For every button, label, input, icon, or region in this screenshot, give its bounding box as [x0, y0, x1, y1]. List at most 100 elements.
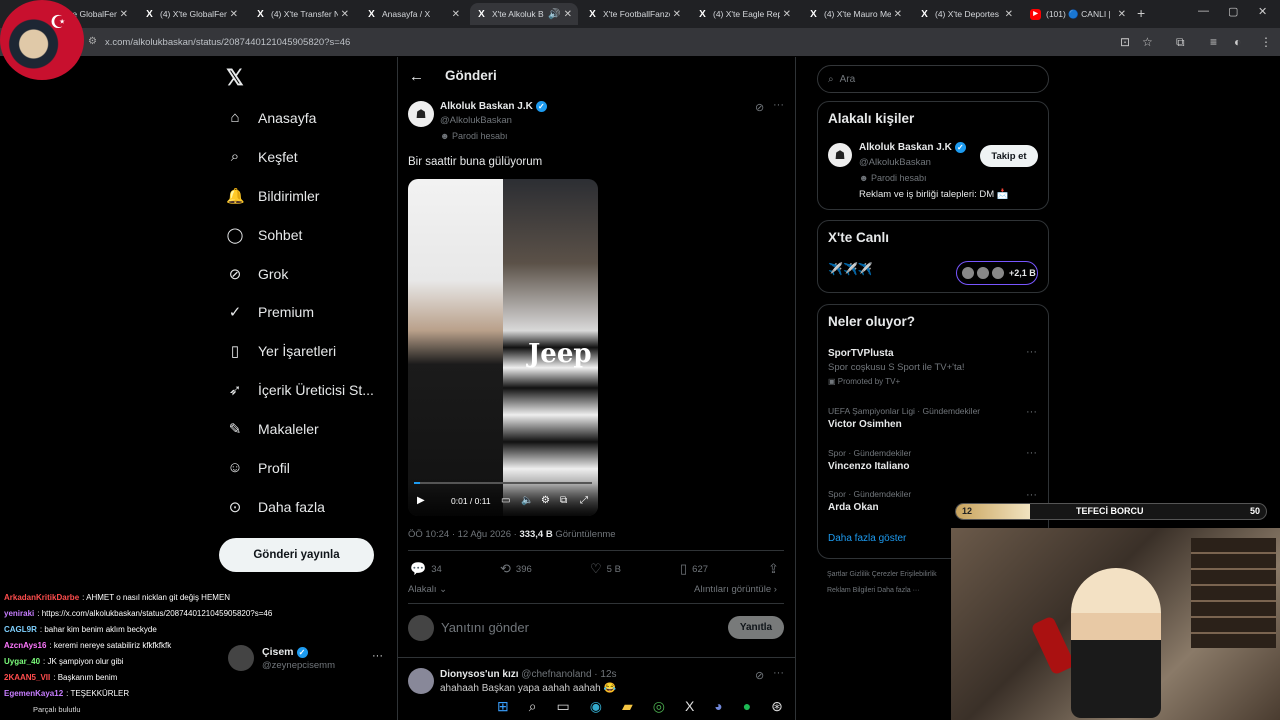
repost-action[interactable]: ⟲ 396 — [500, 561, 532, 577]
star-icon[interactable]: ☆ — [1142, 35, 1153, 49]
post-button[interactable]: Gönderi yayınla — [219, 538, 374, 572]
avatar[interactable] — [408, 668, 434, 694]
grok-icon[interactable]: ⊘ — [755, 101, 764, 114]
maximize-icon[interactable]: ▢ — [1228, 5, 1238, 18]
browser-tab[interactable]: X (4) X'te Eagle Repo ✕ — [691, 3, 797, 25]
close-window-icon[interactable]: ✕ — [1258, 5, 1267, 18]
reply-author[interactable]: Dionysos'un kızı @chefnanoland · 12s — [440, 669, 617, 680]
sidebar-item-chat[interactable]: ◯ Sohbet — [226, 226, 406, 244]
steam-icon[interactable]: ⊛ — [771, 698, 783, 715]
fullscreen-icon[interactable]: ⤢ — [580, 495, 588, 506]
close-icon[interactable]: ✕ — [673, 9, 681, 20]
avatar[interactable]: ☗ — [828, 143, 852, 167]
folder-icon[interactable]: ▰ — [622, 698, 633, 715]
reply-action[interactable]: 💬 34 — [410, 561, 442, 577]
sidebar-item-premium[interactable]: ✓ Premium — [226, 303, 406, 321]
more-icon[interactable]: ··· — [1026, 447, 1037, 459]
volume-icon[interactable]: 🔈 — [521, 495, 533, 506]
sidebar-item-grok[interactable]: ⊘ Grok — [226, 265, 406, 283]
more-icon[interactable]: ··· — [1026, 489, 1037, 501]
follow-button[interactable]: Takip et — [980, 145, 1038, 167]
browser-tab[interactable]: X (4) X'te Mauro Me ✕ — [802, 3, 908, 25]
sidebar-item-rocket[interactable]: ➶ İçerik Üreticisi St... — [226, 381, 406, 399]
close-icon[interactable]: ✕ — [120, 9, 128, 20]
close-icon[interactable]: ✕ — [1005, 9, 1013, 20]
task-view-icon[interactable]: ▭ — [557, 698, 570, 715]
share-action[interactable]: ⇪ — [768, 561, 784, 577]
discord-icon[interactable]: ◕ — [714, 698, 722, 714]
footer-links[interactable]: Şartlar Gizlilik Çerezler Erişilebilirli… — [827, 571, 937, 578]
trend-name[interactable]: Arda Okan — [828, 502, 879, 513]
url-field[interactable]: x.com/alkolukbaskan/status/2087440121045… — [105, 37, 350, 48]
live-text[interactable]: ✈️✈️✈️ — [828, 262, 873, 276]
x-app-icon[interactable]: X — [685, 698, 694, 714]
live-listeners-badge[interactable]: +2,1 B — [956, 261, 1038, 285]
more-icon[interactable]: ··· — [1026, 406, 1037, 418]
browser-tab[interactable]: X (4) X'te Deportes ✕ — [913, 3, 1019, 25]
browser-tab[interactable]: X Anasayfa / X ✕ — [360, 3, 466, 25]
browser-tab[interactable]: X X'te FootballFanzo ✕ — [581, 3, 687, 25]
x-logo-icon[interactable]: 𝕏 — [226, 65, 244, 91]
sidebar-item-profile[interactable]: ☺ Profil — [226, 459, 406, 476]
play-icon[interactable]: ▶ — [417, 495, 425, 506]
relevant-name[interactable]: Alkoluk Baskan J.K ✓ — [859, 142, 966, 153]
close-icon[interactable]: ✕ — [1118, 9, 1126, 20]
browser-tab[interactable]: X (4) X'te Transfer N ✕ — [249, 3, 355, 25]
edge-icon[interactable]: ◉ — [590, 698, 602, 715]
close-icon[interactable]: ✕ — [564, 9, 572, 20]
extensions-icon[interactable]: ⧉ — [1176, 35, 1185, 50]
site-info-icon[interactable]: ⚙ — [88, 36, 97, 47]
search-input[interactable]: ⌕ Ara — [817, 65, 1049, 93]
trend-name[interactable]: Vincenzo Italiano — [828, 461, 910, 472]
reading-list-icon[interactable]: ≡ — [1210, 35, 1217, 49]
sidebar-item-more-circle[interactable]: ⊙ Daha fazla — [226, 498, 406, 516]
chrome-icon[interactable]: ◎ — [653, 698, 665, 715]
captions-icon[interactable]: ▭ — [501, 495, 510, 506]
install-icon[interactable]: ⊡ — [1120, 35, 1130, 49]
view-quotes-link[interactable]: Alıntıları görüntüle › — [694, 584, 777, 595]
menu-icon[interactable]: ⋮ — [1260, 35, 1272, 49]
close-icon[interactable]: ✕ — [230, 9, 238, 20]
avatar[interactable]: ☗ — [408, 101, 434, 127]
sidebar-item-article[interactable]: ✎ Makaleler — [226, 420, 406, 438]
video-progress[interactable] — [414, 482, 592, 484]
settings-icon[interactable]: ⚙ — [541, 495, 550, 506]
more-icon[interactable]: ··· — [773, 99, 784, 111]
minimize-icon[interactable]: — — [1198, 5, 1209, 17]
more-icon[interactable]: ··· — [1026, 346, 1037, 358]
reply-input[interactable]: Yanıtını gönder — [441, 620, 529, 635]
video-player[interactable]: Jeep ▶ 0:01 / 0:11 ▭ 🔈 ⚙ ⧉ ⤢ — [408, 179, 598, 516]
author-name[interactable]: Alkoluk Baskan J.K ✓ — [440, 101, 547, 112]
spotify-icon[interactable]: ● — [743, 698, 751, 714]
close-icon[interactable]: ✕ — [341, 9, 349, 20]
sidebar-item-home[interactable]: ⌂ Anasayfa — [226, 109, 406, 126]
more-icon[interactable]: ··· — [773, 667, 784, 679]
relevant-handle[interactable]: @AlkolukBaskan — [859, 157, 931, 168]
close-icon[interactable]: ✕ — [894, 9, 902, 20]
profile-icon[interactable]: ◐ — [1234, 35, 1241, 49]
browser-tab-active[interactable]: X X'te Alkoluk B 🔊 ✕ — [470, 3, 578, 25]
sidebar-item-bookmark[interactable]: ▯ Yer İşaretleri — [226, 342, 406, 360]
sidebar-item-search[interactable]: ⌕ Keşfet — [226, 148, 406, 165]
sidebar-item-bell[interactable]: 🔔 Bildirimler — [226, 187, 406, 205]
more-icon[interactable]: ··· — [372, 650, 383, 662]
like-action[interactable]: ♡ 5 B — [590, 561, 621, 577]
browser-tab[interactable]: X (4) X'te GlobalFen ✕ — [138, 3, 244, 25]
bookmark-action[interactable]: ▯ 627 — [680, 561, 708, 577]
avatar[interactable] — [228, 645, 254, 671]
show-more-link[interactable]: Daha fazla göster — [828, 533, 906, 544]
pip-icon[interactable]: ⧉ — [560, 495, 567, 506]
related-dropdown[interactable]: Alakalı ⌄ — [408, 584, 447, 595]
back-arrow-icon[interactable]: ← — [409, 68, 424, 85]
close-icon[interactable]: ✕ — [783, 9, 791, 20]
search-icon[interactable]: ⌕ — [529, 698, 537, 715]
reply-button[interactable]: Yanıtla — [728, 616, 784, 639]
trend-name[interactable]: SporTVPlusta — [828, 348, 894, 359]
windows-start-icon[interactable]: ⊞ — [497, 698, 509, 715]
grok-icon[interactable]: ⊘ — [755, 669, 764, 682]
new-tab-icon[interactable]: + — [1137, 5, 1145, 21]
author-handle[interactable]: @AlkolukBaskan — [440, 115, 512, 126]
trend-name[interactable]: Victor Osimhen — [828, 419, 902, 430]
footer-links[interactable]: Reklam Bilgileri Daha fazla ··· — [827, 587, 920, 594]
close-icon[interactable]: ✕ — [452, 9, 460, 20]
